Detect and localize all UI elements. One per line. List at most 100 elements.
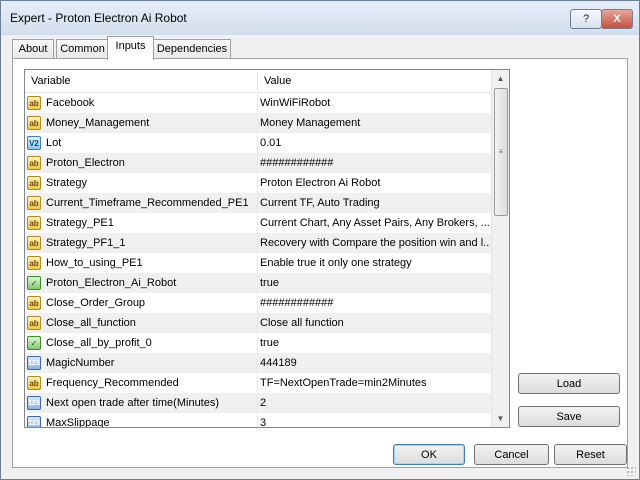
variable-name: How_to_using_PE1 [46,257,143,269]
value-cell[interactable]: true [260,333,490,353]
load-button[interactable]: Load [518,373,620,394]
help-button[interactable]: ? [570,9,602,29]
cell-divider [257,153,258,173]
table-row[interactable]: ab Money_Management Money Management [25,113,491,133]
table-row[interactable]: ab Strategy_PF1_1 Recovery with Compare th… [25,233,491,253]
close-button[interactable]: X [601,9,633,29]
tab-common[interactable]: Common [56,39,109,59]
tab-dependencies[interactable]: Dependencies [153,39,231,59]
string-icon: ab [27,376,41,390]
variable-name: Close_all_function [46,317,136,329]
value-cell[interactable]: ############ [260,153,490,173]
cancel-button[interactable]: Cancel [474,444,549,465]
cell-divider [257,393,258,413]
table-row[interactable]: ab Close_Order_Group ############ [25,293,491,313]
table-row[interactable]: ab Proton_Electron ############ [25,153,491,173]
string-icon: ab [27,216,41,230]
value-cell[interactable]: Proton Electron Ai Robot [260,173,490,193]
table-row[interactable]: ✓ Proton_Electron_Ai_Robot true [25,273,491,293]
table-row[interactable]: ab Current_Timeframe_Recommended_PE1 Curre… [25,193,491,213]
variable-name: Close_all_by_profit_0 [46,337,152,349]
string-icon: ab [27,96,41,110]
string-icon: ab [27,296,41,310]
integer-icon: 123 [27,396,41,410]
dialog-body: About Common Inputs Dependencies Variabl… [8,35,632,473]
tab-inputs[interactable]: Inputs [107,36,154,60]
scroll-thumb[interactable]: ≡ [494,88,508,216]
table-header: Variable Value [25,70,491,93]
variable-name: Lot [46,137,62,149]
cell-divider [257,133,258,153]
string-icon: ab [27,156,41,170]
column-header-variable[interactable]: Variable [25,70,257,92]
value-cell[interactable]: true [260,273,490,293]
table-row[interactable]: ab Strategy Proton Electron Ai Robot [25,173,491,193]
table-row[interactable]: ab How_to_using_PE1 Enable true it only on… [25,253,491,273]
cell-divider [257,333,258,353]
column-header-value[interactable]: Value [258,70,490,92]
value-cell[interactable]: Enable true it only one strategy [260,253,490,273]
double-icon: V2 [27,136,41,150]
table-row[interactable]: 123 Next open trade after time(Minutes) 2 [25,393,491,413]
inputs-table: Variable Value ab Facebook WinWiFiRobot ab M… [24,69,510,428]
table-body: ab Facebook WinWiFiRobot ab Money_Management… [25,93,491,428]
variable-name: Strategy [46,177,87,189]
cell-divider [257,173,258,193]
value-cell[interactable]: 3 [260,413,490,427]
value-cell[interactable]: Current Chart, Any Asset Pairs, Any Brok… [260,213,490,233]
value-cell[interactable]: Current TF, Auto Trading [260,193,490,213]
string-icon: ab [27,176,41,190]
value-cell[interactable]: 0.01 [260,133,490,153]
value-cell[interactable]: TF=NextOpenTrade=min2Minutes [260,373,490,393]
title-bar[interactable]: Expert - Proton Electron Ai Robot ? X [1,1,639,35]
variable-name: MaxSlippage [46,417,110,428]
cell-divider [257,353,258,373]
integer-icon: 123 [27,356,41,370]
expert-dialog: Expert - Proton Electron Ai Robot ? X Ab… [0,0,640,480]
string-icon: ab [27,116,41,130]
variable-name: MagicNumber [46,357,115,369]
table-row[interactable]: V2 Lot 0.01 [25,133,491,153]
scroll-down-icon[interactable]: ▼ [492,410,509,427]
variable-name: Money_Management [46,117,150,129]
value-cell[interactable]: 2 [260,393,490,413]
value-cell[interactable]: Recovery with Compare the position win a… [260,233,490,253]
table-row[interactable]: 123 MaxSlippage 3 [25,413,491,428]
variable-name: Proton_Electron [46,157,125,169]
cell-divider [257,93,258,113]
value-cell[interactable]: 444189 [260,353,490,373]
variable-name: Facebook [46,97,95,109]
table-row[interactable]: ab Facebook WinWiFiRobot [25,93,491,113]
variable-name: Strategy_PF1_1 [46,237,126,249]
value-cell[interactable]: Close all function [260,313,490,333]
string-icon: ab [27,196,41,210]
ok-button[interactable]: OK [393,444,465,465]
table-row[interactable]: ✓ Close_all_by_profit_0 true [25,333,491,353]
string-icon: ab [27,316,41,330]
variable-name: Close_Order_Group [46,297,146,309]
vertical-scrollbar[interactable]: ▲ ≡ ▼ [491,70,509,427]
value-cell[interactable]: Money Management [260,113,490,133]
cell-divider [257,273,258,293]
table-row[interactable]: 123 MagicNumber 444189 [25,353,491,373]
table-row[interactable]: ab Strategy_PE1 Current Chart, Any Asset P… [25,213,491,233]
save-button[interactable]: Save [518,406,620,427]
string-icon: ab [27,256,41,270]
value-cell[interactable]: ############ [260,293,490,313]
cell-divider [257,213,258,233]
resize-grip-icon[interactable] [626,466,636,476]
variable-name: Proton_Electron_Ai_Robot [46,277,177,289]
cell-divider [257,253,258,273]
integer-icon: 123 [27,416,41,427]
bool-icon: ✓ [27,336,41,350]
cell-divider [257,413,258,427]
variable-name: Current_Timeframe_Recommended_PE1 [46,197,249,209]
reset-button[interactable]: Reset [554,444,627,465]
table-row[interactable]: ab Frequency_Recommended TF=NextOpenTrade=… [25,373,491,393]
cell-divider [257,293,258,313]
value-cell[interactable]: WinWiFiRobot [260,93,490,113]
tab-about[interactable]: About [12,39,54,59]
cell-divider [257,313,258,333]
table-row[interactable]: ab Close_all_function Close all function [25,313,491,333]
scroll-up-icon[interactable]: ▲ [492,70,509,87]
